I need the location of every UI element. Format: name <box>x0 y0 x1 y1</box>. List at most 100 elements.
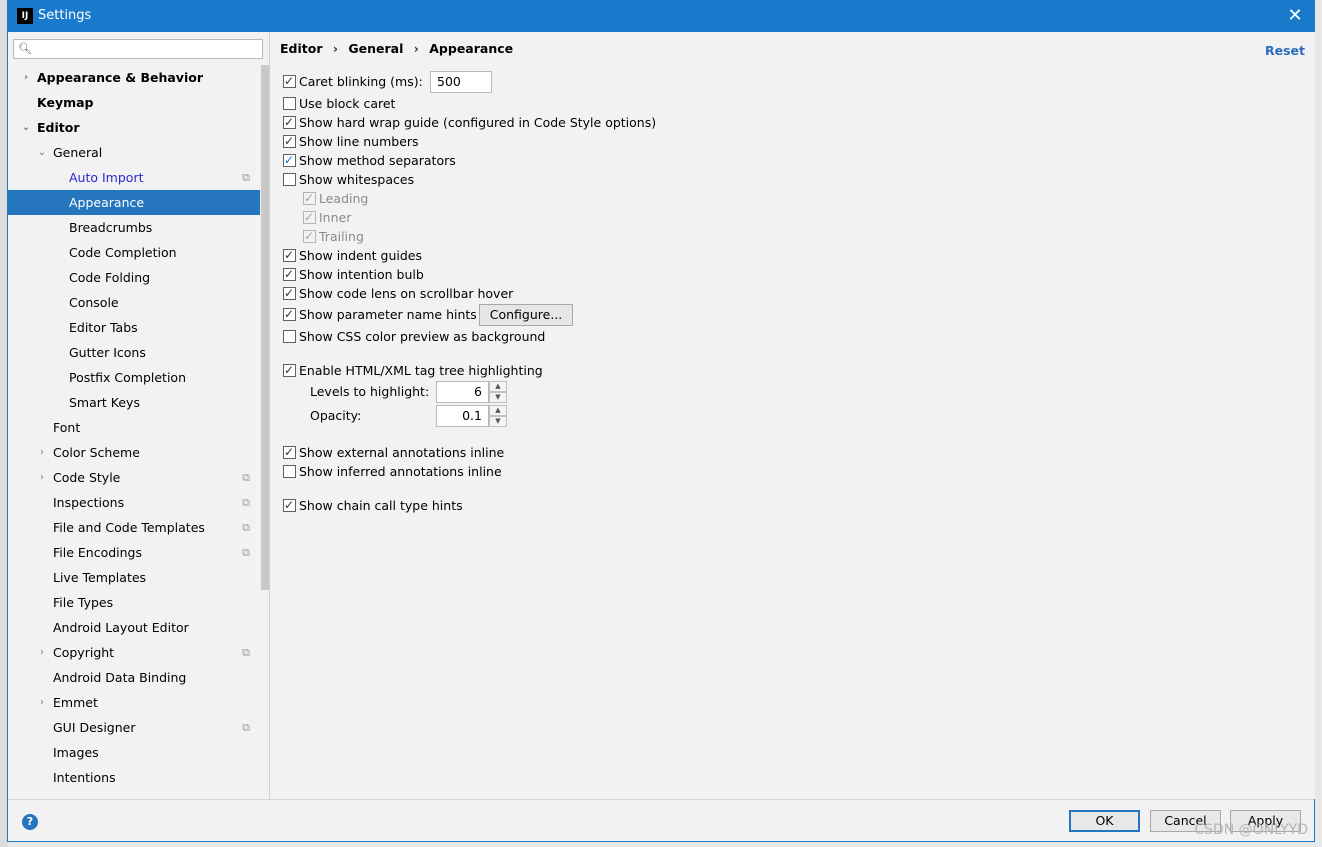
settings-search-field[interactable]: 🔍︎ <box>13 39 263 59</box>
param-hints-option[interactable]: Show parameter name hints <box>283 305 477 324</box>
spinner-up-icon[interactable]: ▲ <box>489 381 507 392</box>
help-icon[interactable]: ? <box>22 814 38 830</box>
chevron-right-icon[interactable]: › <box>36 465 48 490</box>
intention-bulb-option[interactable]: Show intention bulb <box>283 265 424 284</box>
whitespaces-option[interactable]: Show whitespaces <box>283 170 414 189</box>
hard-wrap-checkbox[interactable] <box>283 113 296 132</box>
sidebar-item[interactable]: Intentions <box>8 765 260 790</box>
spinner-down-icon[interactable]: ▼ <box>489 416 507 427</box>
search-icon: 🔍︎ <box>18 42 32 55</box>
sidebar-item-label: Console <box>69 295 119 310</box>
sidebar-item[interactable]: ⌄ General <box>8 140 260 165</box>
levels-spinner[interactable]: ▲ ▼ <box>489 381 507 403</box>
sidebar-item[interactable]: File and Code Templates ⧉ <box>8 515 260 540</box>
sidebar-item[interactable]: Postfix Completion <box>8 365 260 390</box>
sidebar-item[interactable]: Android Data Binding <box>8 665 260 690</box>
chevron-right-icon[interactable]: › <box>36 640 48 665</box>
whitespaces-checkbox[interactable] <box>283 173 296 186</box>
chain-hints-option[interactable]: Show chain call type hints <box>283 496 463 515</box>
css-color-option[interactable]: Show CSS color preview as background <box>283 327 545 346</box>
opacity-spinner[interactable]: ▲ ▼ <box>489 405 507 427</box>
opacity-input[interactable]: 0.1 <box>436 405 489 427</box>
caret-blinking-input[interactable]: 500 <box>430 71 492 93</box>
tag-tree-checkbox[interactable] <box>283 361 296 380</box>
sidebar-item[interactable]: Appearance <box>8 190 260 215</box>
sidebar-item[interactable]: Gutter Icons <box>8 340 260 365</box>
sidebar-item[interactable]: Console <box>8 290 260 315</box>
copy-icon: ⧉ <box>242 521 250 534</box>
sidebar-item[interactable]: File Encodings ⧉ <box>8 540 260 565</box>
sidebar-item[interactable]: GUI Designer ⧉ <box>8 715 260 740</box>
sidebar-item[interactable]: Breadcrumbs <box>8 215 260 240</box>
inferred-annotations-checkbox[interactable] <box>283 465 296 478</box>
sidebar-item[interactable]: Live Templates <box>8 565 260 590</box>
indent-guides-checkbox[interactable] <box>283 246 296 265</box>
chevron-right-icon[interactable]: › <box>36 690 48 715</box>
code-lens-option[interactable]: Show code lens on scrollbar hover <box>283 284 513 303</box>
sidebar-item[interactable]: Editor Tabs <box>8 315 260 340</box>
sidebar-item[interactable]: Android Layout Editor <box>8 615 260 640</box>
method-separators-option[interactable]: Show method separators <box>283 151 456 170</box>
sidebar-item[interactable]: › Appearance & Behavior <box>8 65 260 90</box>
line-numbers-option[interactable]: Show line numbers <box>283 132 419 151</box>
param-hints-checkbox[interactable] <box>283 305 296 324</box>
sidebar-item-label: Code Folding <box>69 270 151 285</box>
tag-tree-option[interactable]: Enable HTML/XML tag tree highlighting <box>283 361 543 380</box>
chain-hints-checkbox[interactable] <box>283 496 296 515</box>
sidebar-item[interactable]: ⌄ Editor <box>8 115 260 140</box>
breadcrumb-item: General <box>348 41 404 56</box>
breadcrumb: Editor › General › Appearance <box>280 41 519 56</box>
hard-wrap-option[interactable]: Show hard wrap guide (configured in Code… <box>283 113 656 132</box>
configure-button[interactable]: Configure... <box>479 304 573 326</box>
leading-checkbox <box>303 189 316 208</box>
ok-button[interactable]: OK <box>1069 810 1140 832</box>
sidebar-item-label: Live Templates <box>53 570 147 585</box>
block-caret-checkbox[interactable] <box>283 97 296 110</box>
intellij-app-icon: IJ <box>17 8 33 24</box>
sidebar-item[interactable]: Images <box>8 740 260 765</box>
sidebar-item[interactable]: Code Folding <box>8 265 260 290</box>
inner-checkbox <box>303 208 316 227</box>
reset-link[interactable]: Reset <box>1265 43 1305 58</box>
line-numbers-checkbox[interactable] <box>283 132 296 151</box>
sidebar-item[interactable]: › Code Style ⧉ <box>8 465 260 490</box>
sidebar-item[interactable]: › Emmet <box>8 690 260 715</box>
close-icon[interactable]: ✕ <box>1284 5 1306 27</box>
sidebar-item[interactable]: Keymap <box>8 90 260 115</box>
chevron-down-icon[interactable]: ⌄ <box>20 115 32 140</box>
chevron-right-icon[interactable]: › <box>20 65 32 90</box>
intention-bulb-checkbox[interactable] <box>283 265 296 284</box>
settings-tree: › Appearance & Behavior Keymap ⌄ Editor ⌄ Gene… <box>8 65 260 790</box>
sidebar-item[interactable]: Font <box>8 415 260 440</box>
sidebar-item[interactable]: › Copyright ⧉ <box>8 640 260 665</box>
sidebar-item[interactable]: Inspections ⧉ <box>8 490 260 515</box>
copy-icon: ⧉ <box>242 646 250 659</box>
block-caret-option[interactable]: Use block caret <box>283 94 395 113</box>
caret-blinking-option[interactable]: Caret blinking (ms): <box>283 72 423 91</box>
spinner-up-icon[interactable]: ▲ <box>489 405 507 416</box>
search-input[interactable] <box>34 41 259 57</box>
inferred-annotations-option[interactable]: Show inferred annotations inline <box>283 462 502 481</box>
ext-annotations-option[interactable]: Show external annotations inline <box>283 443 504 462</box>
code-lens-checkbox[interactable] <box>283 284 296 303</box>
sidebar-item[interactable]: Code Completion <box>8 240 260 265</box>
indent-guides-option[interactable]: Show indent guides <box>283 246 422 265</box>
ext-annotations-checkbox[interactable] <box>283 443 296 462</box>
sidebar-item[interactable]: File Types <box>8 590 260 615</box>
caret-blinking-checkbox[interactable] <box>283 72 296 91</box>
sidebar-item[interactable]: Smart Keys <box>8 390 260 415</box>
breadcrumb-separator: › <box>332 41 339 56</box>
css-color-checkbox[interactable] <box>283 330 296 343</box>
sidebar-scrollbar-thumb[interactable] <box>261 65 269 590</box>
chevron-down-icon[interactable]: ⌄ <box>36 140 48 165</box>
sidebar-item[interactable]: › Color Scheme <box>8 440 260 465</box>
inferred-annotations-label: Show inferred annotations inline <box>299 464 502 479</box>
indent-guides-label: Show indent guides <box>299 248 422 263</box>
sidebar-scrollbar[interactable] <box>260 65 269 799</box>
spinner-down-icon[interactable]: ▼ <box>489 392 507 403</box>
chevron-right-icon[interactable]: › <box>36 440 48 465</box>
levels-input[interactable]: 6 <box>436 381 489 403</box>
method-separators-checkbox[interactable] <box>283 151 296 170</box>
sidebar-item[interactable]: Auto Import ⧉ <box>8 165 260 190</box>
sidebar-item-label: Color Scheme <box>53 445 140 460</box>
